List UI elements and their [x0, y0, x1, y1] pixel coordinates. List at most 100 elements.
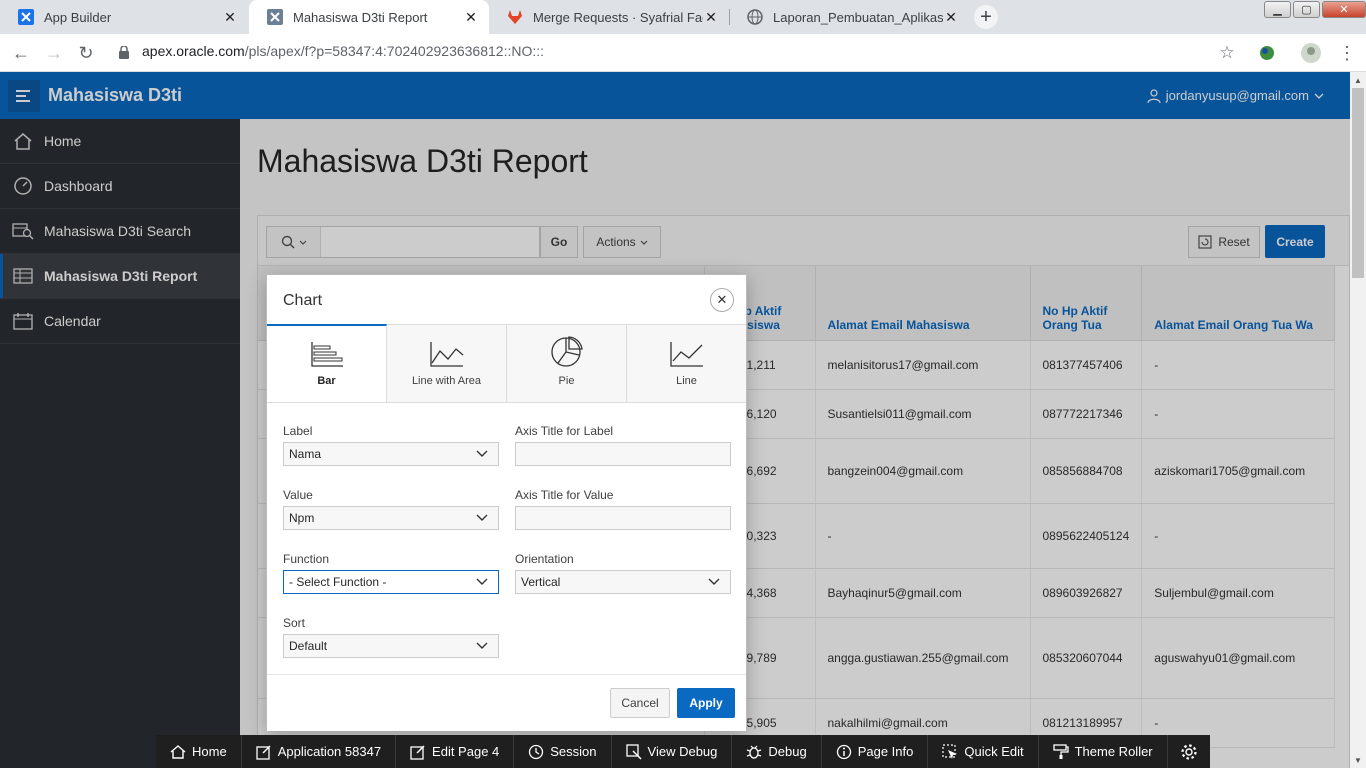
select-value: Nama [289, 447, 322, 461]
vertical-scrollbar[interactable]: ▲ ▼ [1350, 72, 1366, 768]
value-select[interactable]: Npm [283, 506, 499, 530]
dev-label: Page Info [857, 744, 914, 759]
scrollbar-thumb[interactable] [1352, 88, 1364, 278]
dev-home-button[interactable]: Home [156, 735, 242, 768]
cancel-button[interactable]: Cancel [610, 688, 670, 718]
edit-icon [410, 744, 425, 760]
function-field-label: Function [283, 552, 330, 566]
reload-icon[interactable]: ↻ [75, 42, 97, 64]
clock-icon [529, 744, 544, 759]
select-value: Npm [289, 511, 315, 525]
select-value: - Select Function - [289, 575, 387, 589]
lock-icon [119, 46, 129, 59]
axis-value-field-label: Axis Title for Value [515, 488, 614, 502]
star-icon[interactable]: ☆ [1216, 42, 1238, 64]
close-icon[interactable]: ✕ [463, 9, 479, 26]
forward-arrow-icon[interactable]: → [43, 42, 65, 64]
back-arrow-icon[interactable]: ← [10, 42, 32, 64]
dev-view-debug-button[interactable]: View Debug [612, 735, 733, 768]
axis-title-label-input[interactable] [515, 442, 731, 466]
tab-bar-chart[interactable]: Bar [267, 324, 387, 402]
axis-label-field-label: Axis Title for Label [515, 424, 614, 438]
browser-tab-app-builder[interactable]: App Builder ✕ [0, 0, 248, 34]
home-icon [170, 744, 186, 759]
pie-chart-icon [550, 336, 583, 367]
dev-label: Quick Edit [964, 744, 1024, 759]
dialog-title: Chart [283, 292, 323, 309]
orientation-field-label: Orientation [515, 552, 574, 566]
close-icon[interactable]: ✕ [943, 9, 959, 26]
window-controls: ▁ ▢ ✕ [1262, 1, 1366, 18]
dev-label: Home [192, 744, 227, 759]
area-chart-icon [429, 342, 463, 367]
bug-icon [747, 745, 762, 759]
address-bar: ← → ↻ apex.oracle.com/pls/apex/f?p=58347… [0, 34, 1366, 72]
dev-label: Session [550, 744, 597, 759]
scroll-down-arrow[interactable]: ▼ [1350, 752, 1366, 768]
dev-session-button[interactable]: Session [514, 735, 612, 768]
profile-avatar[interactable] [1300, 42, 1322, 64]
tab-line-chart[interactable]: Line [627, 325, 746, 402]
dev-quick-edit-button[interactable]: Quick Edit [928, 735, 1039, 768]
tab-title: Mahasiswa D3ti Report [293, 9, 428, 25]
chart-type-tabs: Bar Line with Area Pie Line [267, 324, 746, 403]
value-field-label: Value [283, 488, 313, 502]
gitlab-icon [507, 9, 523, 25]
dev-label: View Debug [647, 744, 718, 759]
browser-menu-icon[interactable]: ⋮ [1336, 42, 1358, 64]
browser-tab-report[interactable]: Mahasiswa D3ti Report ✕ [249, 0, 489, 34]
bar-chart-icon [310, 342, 343, 367]
url-host: apex.oracle.com [142, 43, 245, 59]
dev-label: Application 58347 [277, 744, 382, 759]
minimize-button[interactable]: ▁ [1264, 1, 1291, 18]
tab-pie-chart[interactable]: Pie [507, 325, 627, 402]
dev-theme-roller-button[interactable]: Theme Roller [1039, 735, 1168, 768]
chevron-down-icon [476, 578, 488, 585]
dev-application-button[interactable]: Application 58347 [242, 735, 397, 768]
maximize-button[interactable]: ▢ [1293, 1, 1320, 18]
chart-type-label: Bar [317, 375, 336, 387]
url-field[interactable]: apex.oracle.com/pls/apex/f?p=58347:4:702… [142, 43, 544, 59]
chart-type-label: Pie [558, 375, 575, 387]
extension-icon[interactable] [1256, 42, 1278, 64]
dialog-footer: Cancel Apply [267, 674, 746, 731]
scroll-up-arrow[interactable]: ▲ [1350, 72, 1366, 88]
dev-label: Debug [768, 744, 807, 759]
close-icon[interactable]: ✕ [703, 9, 719, 26]
function-select[interactable]: - Select Function - [283, 570, 499, 594]
dev-debug-button[interactable]: Debug [732, 735, 822, 768]
close-icon[interactable]: ✕ [222, 9, 238, 26]
apex-icon [18, 9, 34, 25]
axis-title-value-input[interactable] [515, 506, 731, 530]
browser-tab-laporan[interactable]: Laporan_Pembuatan_Aplikasi_D ✕ [729, 0, 969, 34]
dialog-close-button[interactable]: ✕ [710, 288, 734, 312]
tab-area-chart[interactable]: Line with Area [387, 325, 507, 402]
chevron-down-icon [476, 514, 488, 521]
browser-tab-gitlab[interactable]: Merge Requests · Syafrial Fachri ✕ [489, 0, 729, 34]
dev-edit-page-button[interactable]: Edit Page 4 [396, 735, 515, 768]
chevron-down-icon [476, 450, 488, 457]
label-field-label: Label [283, 424, 313, 438]
edit-icon [256, 744, 271, 760]
window-close-button[interactable]: ✕ [1322, 1, 1366, 18]
chevron-down-icon [476, 642, 488, 649]
dev-page-info-button[interactable]: Page Info [822, 735, 929, 768]
apply-button[interactable]: Apply [677, 688, 735, 718]
label-select[interactable]: Nama [283, 442, 499, 466]
cursor-icon [942, 743, 958, 759]
chart-type-label: Line with Area [411, 375, 482, 387]
url-path: /pls/apex/f?p=58347:4:702402923636812::N… [244, 43, 545, 59]
sort-select[interactable]: Default [283, 634, 499, 658]
dev-settings-button[interactable] [1168, 735, 1210, 768]
orientation-select[interactable]: Vertical [515, 570, 731, 594]
browser-tab-bar: App Builder ✕ Mahasiswa D3ti Report ✕ Me… [0, 0, 1366, 34]
chevron-down-icon [708, 578, 720, 585]
paint-roller-icon [1052, 743, 1069, 759]
tab-title: App Builder [44, 9, 112, 25]
apex-icon [267, 9, 283, 25]
dev-label: Edit Page 4 [432, 744, 500, 759]
gear-icon [1181, 743, 1197, 760]
tab-title: Merge Requests · Syafrial Fachri [533, 9, 703, 25]
chart-type-label: Line [676, 375, 697, 387]
new-tab-button[interactable]: + [974, 5, 998, 29]
